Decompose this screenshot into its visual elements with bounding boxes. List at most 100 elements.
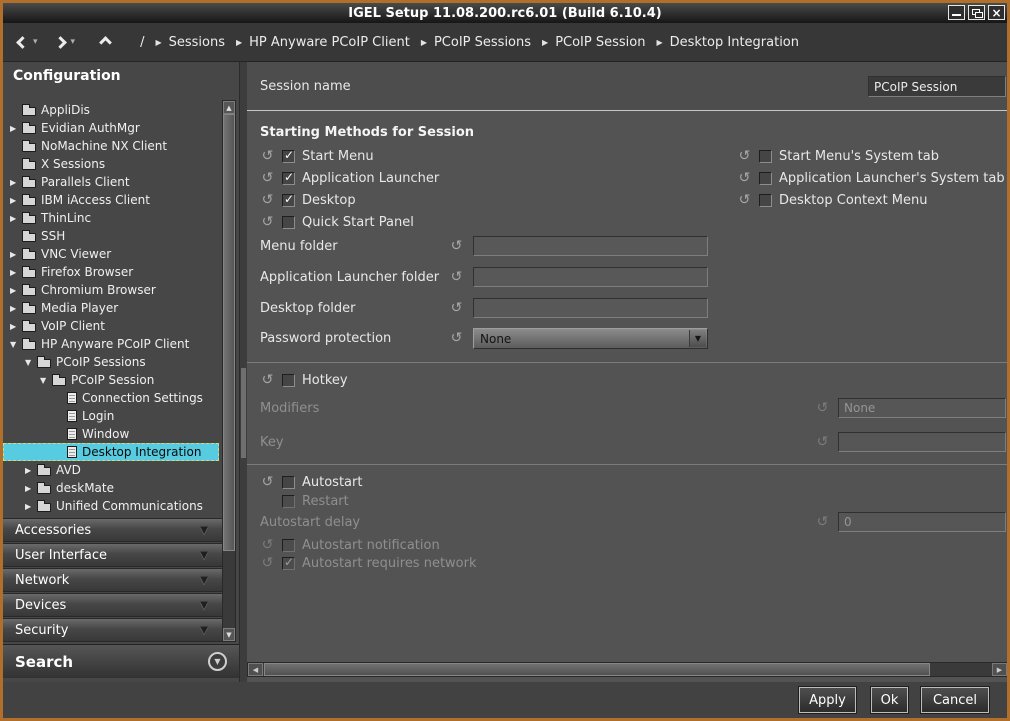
tree-item-ibm-iaccess-client[interactable]: IBM iAccess Client: [3, 191, 219, 209]
tree-item-firefox-browser[interactable]: Firefox Browser: [3, 263, 219, 281]
reset-icon[interactable]: [815, 514, 830, 530]
reset-icon[interactable]: [737, 192, 752, 208]
tree-item-nomachine-nx-client[interactable]: NoMachine NX Client: [3, 137, 219, 155]
search-section[interactable]: Search ▼: [3, 644, 239, 678]
scroll-left-icon[interactable]: ◀: [248, 663, 263, 676]
tree-item-desktop-integration[interactable]: Desktop Integration: [3, 443, 219, 461]
section-security[interactable]: Security▼: [3, 618, 223, 642]
expander-icon[interactable]: [24, 502, 37, 511]
maximize-button[interactable]: [968, 5, 985, 20]
expander-icon[interactable]: [9, 178, 22, 187]
forward-history-arrow-icon[interactable]: ▾: [71, 37, 76, 47]
tree-item-x-sessions[interactable]: X Sessions: [3, 155, 219, 173]
expander-icon[interactable]: [9, 304, 22, 313]
tree-item-avd[interactable]: AVD: [3, 461, 219, 479]
expander-icon[interactable]: [9, 340, 22, 349]
desktop-folder-input[interactable]: [473, 298, 708, 318]
expander-icon[interactable]: [9, 250, 22, 259]
main-scrollbar-thumb[interactable]: [241, 368, 246, 458]
section-accessories[interactable]: Accessories▼: [3, 518, 223, 542]
breadcrumb-desktop-integration[interactable]: Desktop Integration: [670, 35, 799, 50]
expander-icon[interactable]: [9, 268, 22, 277]
breadcrumb-pcoip-sessions[interactable]: PCoIP Sessions: [434, 35, 531, 50]
scroll-right-icon[interactable]: ▶: [992, 663, 1007, 676]
tree-item-hp-anyware-pcoip-client[interactable]: HP Anyware PCoIP Client: [3, 335, 219, 353]
tree-item-ssh[interactable]: SSH: [3, 227, 219, 245]
reset-icon[interactable]: [449, 300, 464, 316]
reset-icon[interactable]: [449, 330, 464, 346]
tree-item-connection-settings[interactable]: Connection Settings: [3, 389, 219, 407]
reset-icon[interactable]: [449, 269, 464, 285]
expander-icon[interactable]: [24, 358, 37, 367]
tree-item-vnc-viewer[interactable]: VNC Viewer: [3, 245, 219, 263]
reset-icon[interactable]: [737, 170, 752, 186]
search-expand-icon[interactable]: ▼: [208, 652, 227, 671]
main-horizontal-scrollbar[interactable]: ◀ ▶: [247, 662, 1008, 677]
tree-item-pcoip-session[interactable]: PCoIP Session: [3, 371, 219, 389]
scroll-up-icon[interactable]: ▲: [223, 101, 235, 114]
autostart-checkbox[interactable]: [282, 476, 295, 489]
reset-icon[interactable]: [815, 400, 830, 416]
tree-item-login[interactable]: Login: [3, 407, 219, 425]
tree-item-window[interactable]: Window: [3, 425, 219, 443]
sidebar-scrollbar-thumb[interactable]: [223, 114, 235, 551]
start-menu-checkbox[interactable]: [282, 150, 295, 163]
tree-item-media-player[interactable]: Media Player: [3, 299, 219, 317]
desktop-checkbox[interactable]: [282, 194, 295, 207]
desktop-context-menu-checkbox[interactable]: [759, 194, 772, 207]
scroll-down-icon[interactable]: ▼: [223, 628, 235, 641]
horizontal-scrollbar-thumb[interactable]: [264, 663, 930, 676]
reset-icon[interactable]: [260, 555, 275, 571]
tree-item-chromium-browser[interactable]: Chromium Browser: [3, 281, 219, 299]
back-history-arrow-icon[interactable]: ▾: [33, 37, 38, 47]
close-button[interactable]: ×: [988, 5, 1005, 20]
tree-item-parallels-client[interactable]: Parallels Client: [3, 173, 219, 191]
reset-icon[interactable]: [815, 434, 830, 450]
sidebar-scrollbar[interactable]: ▲ ▼: [222, 100, 236, 642]
section-network[interactable]: Network▼: [3, 568, 223, 592]
cancel-button[interactable]: Cancel: [921, 687, 989, 713]
expander-icon[interactable]: [9, 196, 22, 205]
expander-icon[interactable]: [9, 124, 22, 133]
minimize-button[interactable]: [948, 5, 965, 20]
breadcrumb-hp-anyware-pcoip-client[interactable]: HP Anyware PCoIP Client: [249, 35, 410, 50]
hotkey-checkbox[interactable]: [282, 374, 295, 387]
reset-icon[interactable]: [260, 148, 275, 164]
tree-item-pcoip-sessions[interactable]: PCoIP Sessions: [3, 353, 219, 371]
tree-item-voip-client[interactable]: VoIP Client: [3, 317, 219, 335]
expander-icon[interactable]: [24, 466, 37, 475]
expander-icon[interactable]: [39, 376, 52, 385]
section-devices[interactable]: Devices▼: [3, 593, 223, 617]
expander-icon[interactable]: [9, 214, 22, 223]
tree-item-evidian-authmgr[interactable]: Evidian AuthMgr: [3, 119, 219, 137]
expander-icon[interactable]: [9, 322, 22, 331]
chevron-down-icon[interactable]: ▼: [689, 330, 706, 347]
section-user-interface[interactable]: User Interface▼: [3, 543, 223, 567]
forward-icon[interactable]: [54, 36, 67, 49]
ok-button[interactable]: Ok: [871, 687, 908, 713]
expander-icon[interactable]: [9, 286, 22, 295]
reset-icon[interactable]: [260, 537, 275, 553]
breadcrumb-pcoip-session[interactable]: PCoIP Session: [555, 35, 645, 50]
up-icon[interactable]: [99, 36, 112, 49]
tree-item-unified-communications[interactable]: Unified Communications: [3, 497, 219, 515]
main-vertical-scrollbar[interactable]: [240, 62, 247, 682]
reset-icon[interactable]: [260, 192, 275, 208]
breadcrumb-sessions[interactable]: Sessions: [169, 35, 225, 50]
menu-folder-input[interactable]: [473, 236, 708, 256]
reset-icon[interactable]: [260, 474, 275, 490]
application-launcher-folder-input[interactable]: [473, 267, 708, 287]
reset-icon[interactable]: [260, 372, 275, 388]
tree-item-thinlinc[interactable]: ThinLinc: [3, 209, 219, 227]
reset-icon[interactable]: [260, 214, 275, 230]
application-launcher-system-tab-checkbox[interactable]: [759, 172, 772, 185]
expander-icon[interactable]: [24, 484, 37, 493]
password-protection-select[interactable]: None ▼: [473, 328, 708, 349]
back-icon[interactable]: [16, 36, 29, 49]
tree-item-deskmate[interactable]: deskMate: [3, 479, 219, 497]
session-name-input[interactable]: [868, 76, 1006, 97]
reset-icon[interactable]: [260, 170, 275, 186]
start-menu-system-tab-checkbox[interactable]: [759, 150, 772, 163]
reset-icon[interactable]: [737, 148, 752, 164]
quick-start-panel-checkbox[interactable]: [282, 216, 295, 229]
